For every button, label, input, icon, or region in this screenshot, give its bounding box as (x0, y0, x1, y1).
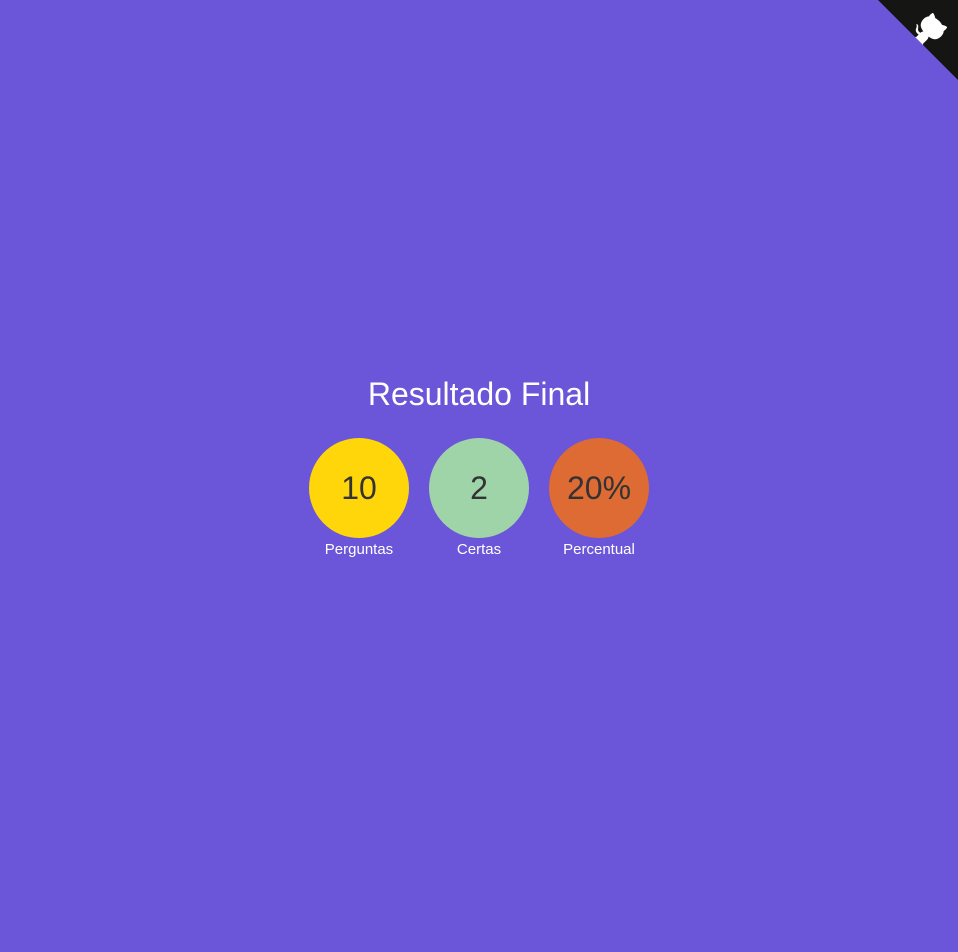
result-panel: Resultado Final 10 Perguntas 2 Certas 20… (0, 374, 958, 559)
stats-row: 10 Perguntas 2 Certas 20% Percentual (0, 438, 958, 559)
percentage-label: Percentual (563, 541, 635, 558)
result-title: Resultado Final (367, 376, 591, 412)
questions-label: Perguntas (324, 541, 394, 558)
percentage-circle: 20% (549, 438, 649, 538)
stat-perguntas: 10 Perguntas (309, 438, 409, 559)
stat-certas: 2 Certas (429, 438, 529, 559)
correct-label: Certas (456, 541, 502, 558)
github-corner-link[interactable] (878, 0, 958, 80)
github-octocat-icon[interactable] (878, 0, 958, 80)
questions-count-circle: 10 (309, 438, 409, 538)
stat-percentual: 20% Percentual (549, 438, 649, 559)
correct-count-circle: 2 (429, 438, 529, 538)
